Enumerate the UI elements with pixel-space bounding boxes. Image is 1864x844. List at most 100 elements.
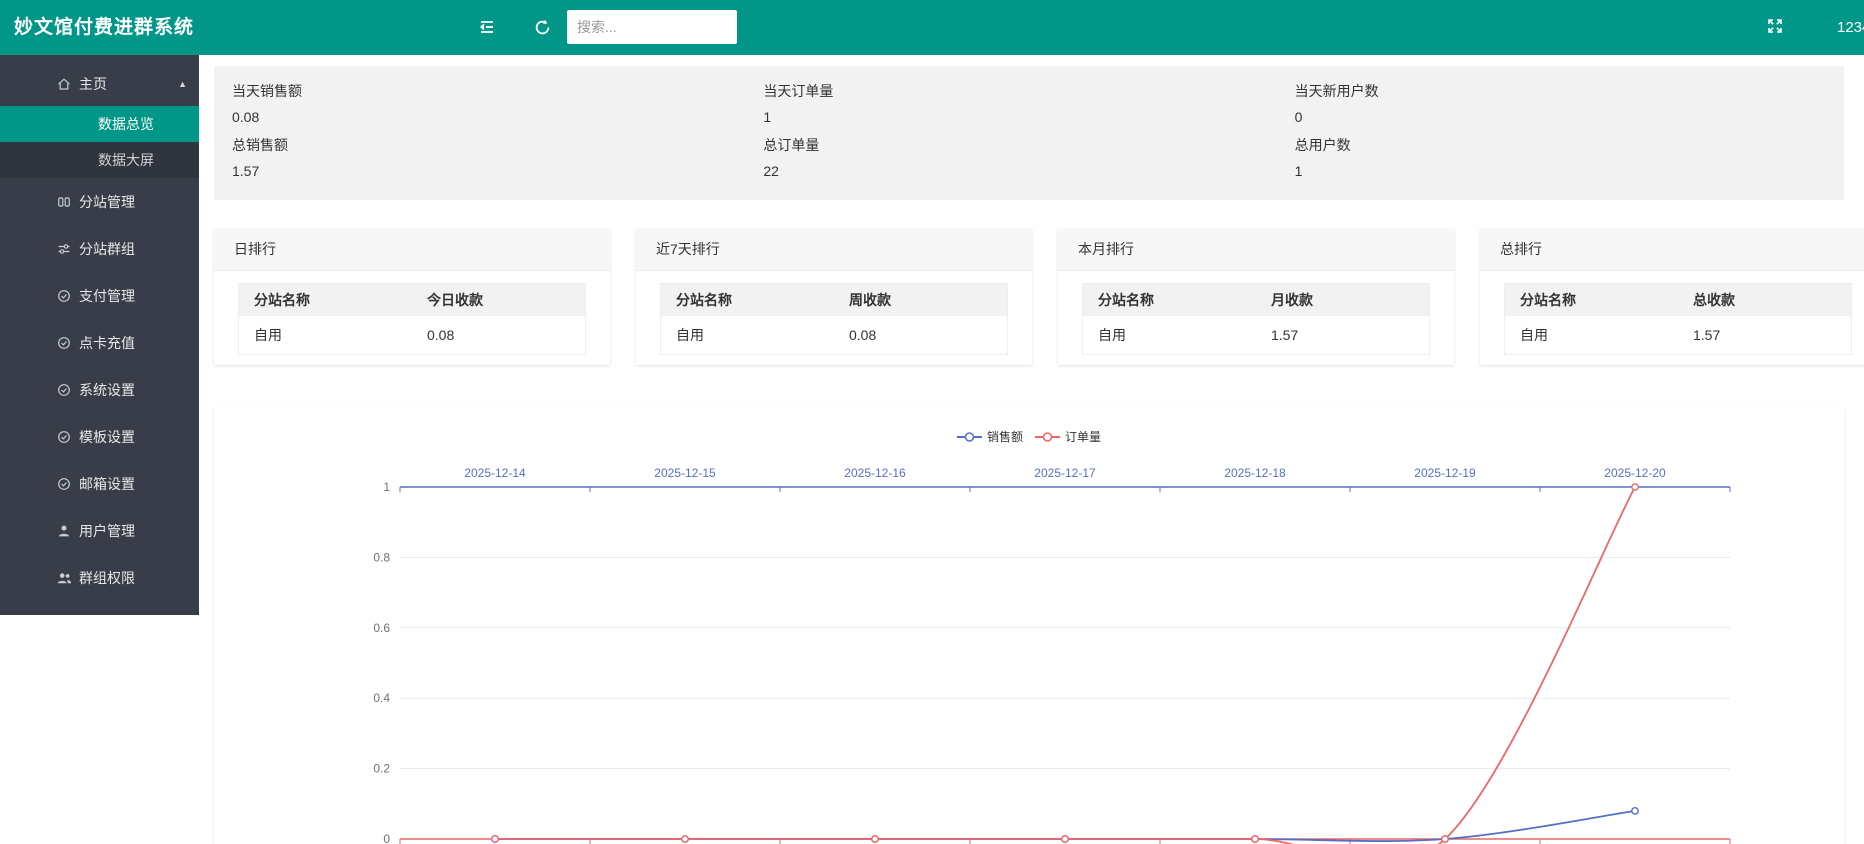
legend-line-icon: [1035, 431, 1060, 443]
stat-label: 当天销售额: [232, 79, 763, 101]
sidebar: 主页 ▲ 数据总览数据大屏分站管理分站群组支付管理点卡充值系统设置模板设置邮箱设置用…: [0, 55, 199, 615]
svg-text:2025-12-15: 2025-12-15: [654, 466, 716, 480]
legend-item-销售额[interactable]: 销售额: [957, 428, 1023, 445]
svg-text:2025-12-17: 2025-12-17: [1034, 466, 1096, 480]
sidebar-item-label: 点卡充值: [79, 333, 135, 353]
sidebar-item-label: 邮箱设置: [79, 474, 135, 494]
badge-check-icon: [57, 476, 72, 491]
fullscreen-icon[interactable]: [1766, 17, 1786, 37]
ranking-col-header: 分站名称: [239, 284, 413, 317]
sidebar-item-label: 模板设置: [79, 427, 135, 447]
stat-value: 1: [1295, 163, 1826, 179]
sidebar-item-6[interactable]: 点卡充值: [0, 319, 199, 366]
users-icon: [57, 570, 72, 585]
sidebar-item-label: 数据大屏: [98, 152, 154, 168]
ranking-card-0: 日排行分站名称今日收款自用0.08: [214, 229, 610, 365]
sidebar-item-0[interactable]: 主页 ▲: [0, 61, 199, 106]
stat-value: 1.57: [232, 163, 763, 179]
sidebar-item-10[interactable]: 用户管理: [0, 507, 199, 554]
ranking-card-body: 分站名称总收款自用1.57: [1480, 271, 1864, 355]
sidebar-item-label: 主页: [79, 74, 107, 94]
stat-value: 0: [1295, 109, 1826, 125]
ranking-col-header: 周收款: [834, 284, 1008, 317]
svg-text:2025-12-18: 2025-12-18: [1224, 466, 1286, 480]
sidebar-item-7[interactable]: 系统设置: [0, 366, 199, 413]
ranking-table: 分站名称总收款自用1.57: [1504, 283, 1852, 355]
sidebar-item-label: 用户管理: [79, 521, 135, 541]
table-cell: 自用: [239, 316, 413, 355]
caret-up-icon: ▲: [178, 79, 187, 89]
badge-check-icon: [57, 288, 72, 303]
badge-check-icon: [57, 429, 72, 444]
ranking-table: 分站名称月收款自用1.57: [1082, 283, 1430, 355]
svg-text:2025-12-20: 2025-12-20: [1604, 466, 1666, 480]
ranking-card-3: 总排行分站名称总收款自用1.57: [1480, 229, 1864, 365]
table-cell: 1.57: [1256, 316, 1430, 355]
sliders-icon: [57, 241, 72, 256]
table-row: 自用1.57: [1083, 316, 1430, 355]
svg-text:0: 0: [383, 832, 390, 844]
table-cell: 0.08: [834, 316, 1008, 355]
stat-cell-4: 总订单量22: [763, 133, 1294, 187]
table-cell: 自用: [1083, 316, 1257, 355]
username[interactable]: 12345: [1837, 0, 1864, 55]
sidebar-item-label: 分站管理: [79, 192, 135, 212]
stat-value: 0.08: [232, 109, 763, 125]
ranking-col-header: 今日收款: [412, 284, 586, 317]
search-input[interactable]: [567, 10, 737, 44]
ranking-col-header: 分站名称: [1505, 284, 1679, 317]
ranking-card-body: 分站名称月收款自用1.57: [1058, 271, 1454, 355]
stat-value: 1: [763, 109, 1294, 125]
sidebar-item-4[interactable]: 分站群组: [0, 225, 199, 272]
sidebar-item-label: 支付管理: [79, 286, 135, 306]
sidebar-item-8[interactable]: 模板设置: [0, 413, 199, 460]
stat-cell-2: 当天新用户数 0: [1295, 79, 1826, 133]
svg-text:0.4: 0.4: [373, 691, 390, 705]
ranking-card-title: 近7天排行: [636, 229, 1032, 271]
sidebar-item-9[interactable]: 邮箱设置: [0, 460, 199, 507]
line-chart: 00.20.40.60.812025-12-142025-12-142025-1…: [214, 407, 1844, 844]
ranking-card-1: 近7天排行分站名称周收款自用0.08: [636, 229, 1032, 365]
table-cell: 0.08: [412, 316, 586, 355]
sidebar-item-3[interactable]: 分站管理: [0, 178, 199, 225]
svg-text:0.8: 0.8: [373, 550, 390, 564]
badge-check-icon: [57, 335, 72, 350]
stat-label: 总用户数: [1295, 133, 1826, 155]
stat-cell-3: 总销售额 1.57: [232, 133, 763, 187]
svg-text:0.6: 0.6: [373, 621, 390, 635]
collapse-sidebar-icon[interactable]: [477, 17, 497, 37]
sidebar-item-11[interactable]: 群组权限: [0, 554, 199, 601]
sidebar-item-label: 数据总览: [98, 116, 154, 132]
sidebar-item-5[interactable]: 支付管理: [0, 272, 199, 319]
stat-value: 22: [763, 163, 1294, 179]
sidebar-item-label: 群组权限: [79, 568, 135, 588]
svg-text:2025-12-14: 2025-12-14: [464, 466, 526, 480]
svg-text:1: 1: [383, 480, 390, 494]
stat-label: 当天新用户数: [1295, 79, 1826, 101]
ranking-card-body: 分站名称周收款自用0.08: [636, 271, 1032, 355]
ranking-table: 分站名称周收款自用0.08: [660, 283, 1008, 355]
ranking-table: 分站名称今日收款自用0.08: [238, 283, 586, 355]
stat-cell-0: 当天销售额 0.08: [232, 79, 763, 133]
stats-panel: 当天销售额0.08当天订单量1当天新用户数0总销售额1.57总订单量22总用户数…: [214, 66, 1844, 200]
app-title: 妙文馆付费进群系统: [14, 0, 194, 55]
sidebar-item-1[interactable]: 数据总览: [0, 106, 199, 142]
table-cell: 1.57: [1678, 316, 1852, 355]
stat-label: 总销售额: [232, 133, 763, 155]
legend-label: 销售额: [987, 428, 1023, 445]
ranking-card-title: 日排行: [214, 229, 610, 271]
sidebar-item-label: 分站群组: [79, 239, 135, 259]
legend-item-订单量[interactable]: 订单量: [1035, 428, 1101, 445]
svg-text:0.2: 0.2: [373, 762, 390, 776]
ranking-col-header: 分站名称: [1083, 284, 1257, 317]
ranking-card-body: 分站名称今日收款自用0.08: [214, 271, 610, 355]
home-icon: [57, 76, 72, 91]
sidebar-item-label: 系统设置: [79, 380, 135, 400]
refresh-icon[interactable]: [533, 18, 553, 38]
legend-label: 订单量: [1065, 428, 1101, 445]
table-cell: 自用: [661, 316, 835, 355]
table-cell: 自用: [1505, 316, 1679, 355]
sidebar-item-2[interactable]: 数据大屏: [0, 142, 199, 178]
user-icon: [57, 523, 72, 538]
svg-text:2025-12-16: 2025-12-16: [844, 466, 906, 480]
